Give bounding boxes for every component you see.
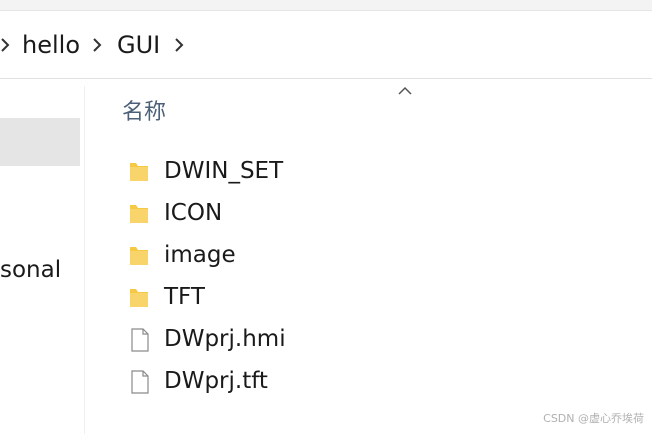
file-name: DWprj.tft <box>164 368 268 394</box>
breadcrumb-item-gui[interactable]: GUI <box>117 28 160 62</box>
chevron-right-icon[interactable] <box>0 34 12 56</box>
list-item[interactable]: image <box>122 237 522 275</box>
file-icon <box>131 370 149 394</box>
file-name: DWIN_SET <box>164 158 284 184</box>
folder-icon <box>130 289 148 307</box>
file-name: DWprj.hmi <box>164 326 286 352</box>
window-top-strip <box>0 0 652 11</box>
list-item[interactable]: DWprj.hmi <box>122 321 522 359</box>
nav-item-selected[interactable] <box>0 118 80 166</box>
watermark: CSDN @虚心乔埃荷 <box>543 412 644 425</box>
breadcrumb-item-hello[interactable]: hello <box>22 28 80 62</box>
file-name: TFT <box>164 284 205 310</box>
list-item[interactable]: TFT <box>122 279 522 317</box>
file-name: image <box>164 242 236 268</box>
list-item[interactable]: DWprj.tft <box>122 363 522 401</box>
folder-icon <box>130 247 148 265</box>
chevron-right-icon[interactable] <box>174 34 186 56</box>
list-item[interactable]: DWIN_SET <box>122 153 522 191</box>
chevron-right-icon[interactable] <box>92 34 104 56</box>
file-name: ICON <box>164 200 223 226</box>
nav-item-personal[interactable]: sonal <box>0 254 61 286</box>
folder-icon <box>130 163 148 181</box>
column-header-name[interactable]: 名称 <box>122 98 166 128</box>
sort-ascending-icon[interactable] <box>397 86 413 96</box>
list-item[interactable]: ICON <box>122 195 522 233</box>
folder-icon <box>130 205 148 223</box>
file-icon <box>131 328 149 352</box>
